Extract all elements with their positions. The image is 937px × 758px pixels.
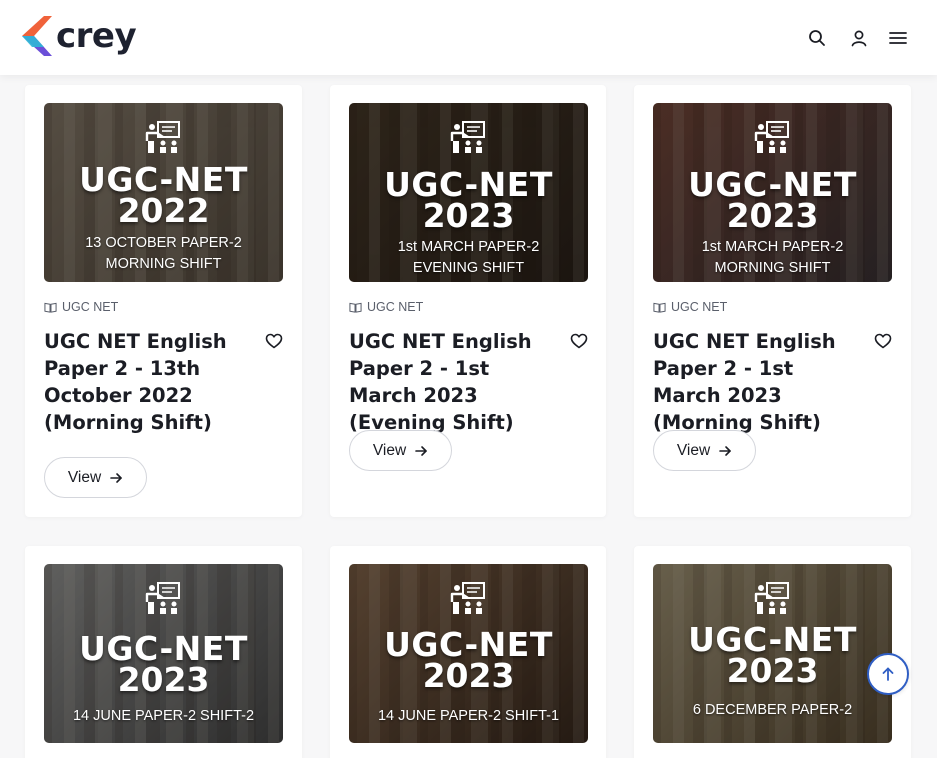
card-thumbnail[interactable]: UGC-NET 2023 1st MARCH PAPER-2 MORNING S… xyxy=(653,103,892,282)
thumbnail-shift: MORNING SHIFT xyxy=(714,260,831,276)
arrow-up-icon xyxy=(882,667,894,681)
thumbnail-shift: EVENING SHIFT xyxy=(412,260,525,276)
search-icon[interactable] xyxy=(807,28,827,48)
thumbnail-subtitle: 1st MARCH PAPER-2 xyxy=(397,239,540,255)
menu-icon[interactable] xyxy=(888,28,908,48)
card-title[interactable]: UGC NET English Paper 2 - 13th October 2… xyxy=(44,328,249,436)
heart-icon[interactable] xyxy=(873,331,893,351)
heart-icon[interactable] xyxy=(569,331,589,351)
card-title[interactable]: UGC NET English Paper 2 - 1st March 2023… xyxy=(653,328,858,436)
thumbnail-subtitle: 14 JUNE PAPER-2 SHIFT-2 xyxy=(72,708,255,724)
thumbnail-subtitle: 1st MARCH PAPER-2 xyxy=(701,239,844,255)
thumbnail-shift: MORNING SHIFT xyxy=(105,256,222,272)
card: UGC-NET 2023 1st MARCH PAPER-2 EVENING S… xyxy=(330,85,606,517)
thumbnail-year: 2023 xyxy=(726,196,819,235)
arrow-right-icon xyxy=(110,472,122,483)
thumbnail-subtitle: 13 OCTOBER PAPER-2 xyxy=(85,235,242,251)
thumbnail-year: 2023 xyxy=(117,660,210,699)
view-button[interactable]: View xyxy=(653,430,756,471)
card: UGC-NET 2023 1st MARCH PAPER-2 MORNING S… xyxy=(634,85,911,517)
card-thumbnail[interactable]: UGC-NET 2022 13 OCTOBER PAPER-2 MORNING … xyxy=(44,103,283,282)
scroll-to-top-button[interactable] xyxy=(867,653,909,695)
view-button[interactable]: View xyxy=(44,457,147,498)
logo-text: crey xyxy=(56,16,137,56)
book-open-icon xyxy=(653,302,666,313)
presentation-board-icon xyxy=(450,582,485,614)
thumbnail-subtitle: 6 DECEMBER PAPER-2 xyxy=(692,702,853,718)
card: UGC-NET 2022 13 OCTOBER PAPER-2 MORNING … xyxy=(25,85,302,517)
card-title[interactable]: UGC NET English Paper 2 - 1st March 2023… xyxy=(349,328,554,436)
card-thumbnail[interactable]: UGC-NET 2023 14 JUNE PAPER-2 SHIFT-2 xyxy=(44,564,283,743)
presentation-board-icon xyxy=(145,121,180,153)
category-label[interactable]: UGC NET xyxy=(653,300,727,314)
presentation-board-icon xyxy=(450,121,485,153)
arrow-right-icon xyxy=(415,445,427,456)
view-button[interactable]: View xyxy=(349,430,452,471)
card-thumbnail[interactable]: UGC-NET 2023 14 JUNE PAPER-2 SHIFT-1 xyxy=(349,564,588,743)
thumbnail-year: 2023 xyxy=(422,196,515,235)
card: UGC-NET 2023 14 JUNE PAPER-2 SHIFT-1 xyxy=(330,546,606,758)
book-open-icon xyxy=(44,302,57,313)
card: UGC-NET 2023 6 DECEMBER PAPER-2 xyxy=(634,546,911,758)
thumbnail-year: 2023 xyxy=(422,656,515,695)
user-icon[interactable] xyxy=(849,28,869,48)
logo-mark-icon xyxy=(22,16,52,56)
thumbnail-subtitle: 14 JUNE PAPER-2 SHIFT-1 xyxy=(377,708,560,724)
heart-icon[interactable] xyxy=(264,331,284,351)
category-label[interactable]: UGC NET xyxy=(44,300,118,314)
presentation-board-icon xyxy=(754,121,789,153)
category-label[interactable]: UGC NET xyxy=(349,300,423,314)
card-thumbnail[interactable]: UGC-NET 2023 6 DECEMBER PAPER-2 xyxy=(653,564,892,743)
card-thumbnail[interactable]: UGC-NET 2023 1st MARCH PAPER-2 EVENING S… xyxy=(349,103,588,282)
card: UGC-NET 2023 14 JUNE PAPER-2 SHIFT-2 xyxy=(25,546,302,758)
logo[interactable]: crey xyxy=(22,16,137,56)
site-header: crey xyxy=(0,0,937,75)
presentation-board-icon xyxy=(754,582,789,614)
thumbnail-year: 2023 xyxy=(726,651,819,690)
book-open-icon xyxy=(349,302,362,313)
arrow-right-icon xyxy=(719,445,731,456)
thumbnail-year: 2022 xyxy=(117,191,210,230)
presentation-board-icon xyxy=(145,582,180,614)
